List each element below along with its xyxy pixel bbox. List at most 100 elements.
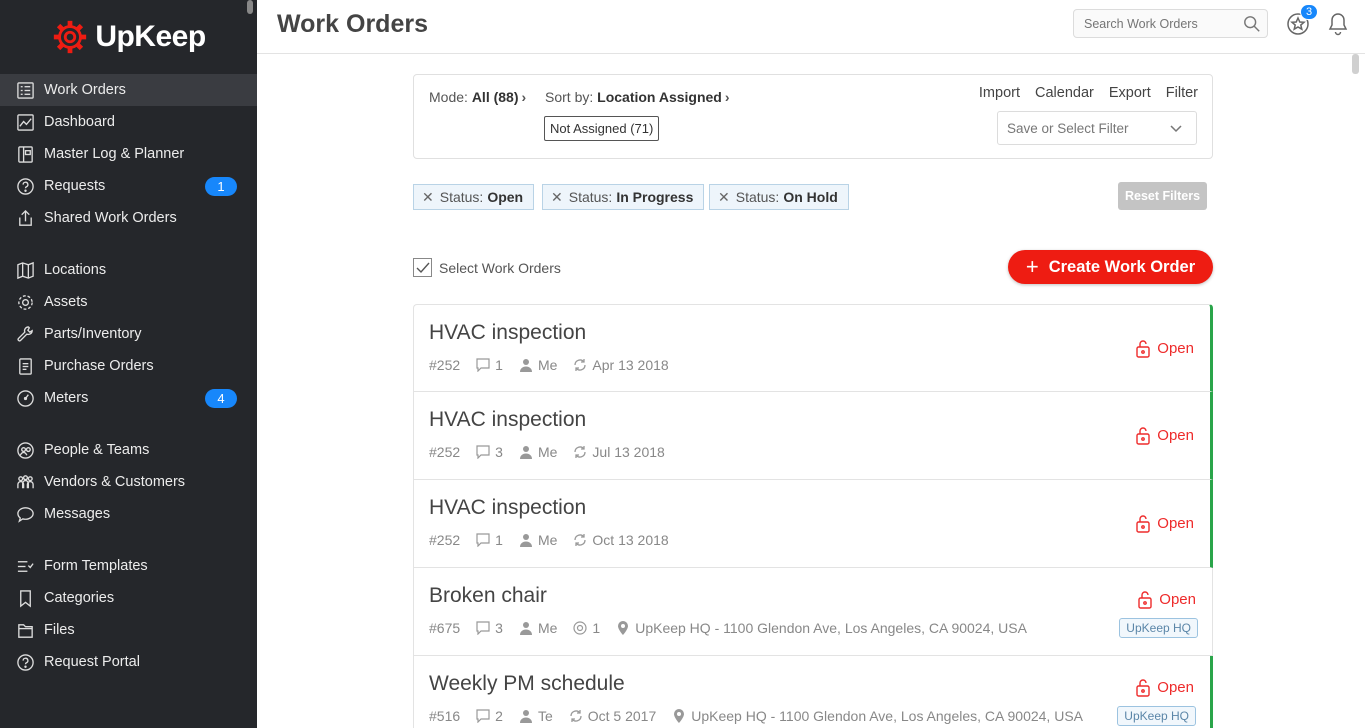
comment-icon: [476, 533, 490, 547]
sidebar-item-label: Parts/Inventory: [44, 326, 142, 342]
comment-icon: [476, 709, 490, 723]
comment-count-value: 3: [495, 620, 503, 636]
mode-selector[interactable]: Mode: All (88) ›: [429, 89, 526, 105]
sidebar-item-master-log[interactable]: Master Log & Planner: [0, 138, 257, 170]
unlock-icon: [1138, 591, 1152, 609]
sidebar-item-categories[interactable]: Categories: [0, 582, 257, 614]
status-badge: Open: [1135, 678, 1194, 697]
select-work-orders[interactable]: Select Work Orders: [413, 258, 561, 277]
due-date-value: Oct 5 2017: [587, 708, 657, 724]
location-tag[interactable]: UpKeep HQ: [1117, 706, 1196, 726]
search-icon[interactable]: [1243, 15, 1261, 33]
sidebar-item-requests[interactable]: Requests 1: [0, 170, 257, 202]
status-chip-on-hold[interactable]: ✕ Status: On Hold: [709, 184, 849, 210]
import-link[interactable]: Import: [979, 85, 1020, 101]
sidebar-item-files[interactable]: Files: [0, 614, 257, 646]
export-link[interactable]: Export: [1109, 85, 1151, 101]
calendar-link[interactable]: Calendar: [1035, 85, 1094, 101]
nav-spacer: [0, 414, 257, 434]
sidebar-item-dashboard[interactable]: Dashboard: [0, 106, 257, 138]
check-icon: [416, 262, 430, 273]
work-order-title: HVAC inspection: [429, 408, 587, 431]
sidebar-item-meters[interactable]: Meters 4: [0, 382, 257, 414]
sort-selector[interactable]: Sort by: Location Assigned ›: [545, 89, 730, 105]
vendors-icon: [17, 474, 34, 488]
sidebar-item-label: Request Portal: [44, 654, 140, 670]
create-work-order-button[interactable]: + Create Work Order: [1008, 250, 1213, 284]
sidebar-item-assets[interactable]: Assets: [0, 286, 257, 318]
assignee: Me: [519, 444, 557, 460]
sidebar-item-shared-work-orders[interactable]: Shared Work Orders: [0, 202, 257, 234]
person-icon: [519, 359, 532, 372]
status-chip-open[interactable]: ✕ Status: Open: [413, 184, 535, 210]
sidebar-item-form-templates[interactable]: Form Templates: [0, 550, 257, 582]
bell-icon[interactable]: [1326, 11, 1350, 37]
unlock-icon: [1136, 427, 1150, 445]
portal-icon: [17, 653, 34, 671]
status-badge: Open: [1135, 426, 1194, 445]
brand-name: UpKeep: [95, 20, 206, 53]
wrench-icon: [17, 325, 33, 342]
sidebar-item-label: Shared Work Orders: [44, 210, 177, 226]
location-tag[interactable]: UpKeep HQ: [1119, 618, 1198, 638]
recurring-icon: [574, 359, 587, 371]
sidebar-item-parts-inventory[interactable]: Parts/Inventory: [0, 318, 257, 350]
main-scrollbar[interactable]: [1352, 54, 1359, 74]
reset-filters-button[interactable]: Reset Filters: [1118, 182, 1207, 210]
assignee-name: Me: [537, 620, 558, 636]
sidebar-item-locations[interactable]: Locations: [0, 254, 257, 286]
nav-spacer: [0, 530, 257, 550]
logo[interactable]: UpKeep: [0, 0, 257, 74]
work-order-card[interactable]: Weekly PM schedule #516 2 Te Oct 5 2017 …: [413, 656, 1213, 728]
sidebar-item-label: Assets: [44, 294, 88, 310]
sidebar-item-messages[interactable]: Messages: [0, 498, 257, 530]
sidebar: UpKeep Work Orders Dashboard Master Log …: [0, 0, 257, 728]
filter-select[interactable]: Save or Select Filter: [997, 111, 1197, 145]
due-date: Apr 13 2018: [573, 357, 669, 373]
group-chip-not-assigned[interactable]: Not Assigned (71): [544, 116, 660, 141]
comment-count: 1: [476, 532, 503, 548]
chat-icon: [17, 506, 34, 523]
sidebar-item-vendors-customers[interactable]: Vendors & Customers: [0, 466, 257, 498]
notification-count-badge: 3: [1300, 4, 1318, 20]
search-input[interactable]: [1073, 9, 1268, 38]
assignee: Me: [519, 532, 557, 548]
sidebar-item-work-orders[interactable]: Work Orders: [0, 74, 257, 106]
status-badge: Open: [1137, 590, 1196, 609]
close-icon[interactable]: ✕: [718, 189, 730, 206]
work-order-id: #675: [429, 620, 461, 636]
work-order-card[interactable]: HVAC inspection #252 1 Me Oct 13 2018 Op…: [413, 480, 1213, 568]
comment-count: 2: [476, 708, 503, 724]
chart-icon: [17, 113, 34, 131]
sidebar-item-request-portal[interactable]: Request Portal: [0, 646, 257, 678]
assignee-name: Me: [537, 357, 558, 373]
sidebar-item-label: Vendors & Customers: [44, 474, 186, 490]
sidebar-item-label: Dashboard: [44, 114, 115, 130]
mode-value: All (88): [471, 89, 519, 105]
sidebar-item-purchase-orders[interactable]: Purchase Orders: [0, 350, 257, 382]
close-icon[interactable]: ✕: [422, 189, 434, 206]
work-order-card[interactable]: Broken chair #675 3 Me 1 UpKeep HQ - 110…: [413, 568, 1213, 656]
close-icon[interactable]: ✕: [551, 189, 563, 206]
comment-count: 3: [476, 620, 503, 636]
comment-count: 3: [476, 444, 503, 460]
unlock-icon: [1136, 340, 1150, 358]
work-order-title: HVAC inspection: [429, 321, 587, 344]
location: UpKeep HQ - 1100 Glendon Ave, Los Angele…: [616, 620, 1027, 636]
select-label: Select Work Orders: [439, 259, 561, 276]
filter-link[interactable]: Filter: [1166, 85, 1198, 101]
sidebar-scrollbar[interactable]: [247, 0, 253, 14]
share-icon: [19, 209, 32, 226]
due-date: Jul 13 2018: [573, 444, 665, 460]
comment-icon: [476, 445, 490, 459]
requests-count-badge: 1: [205, 176, 237, 196]
work-order-meta: #252 1 Me Apr 13 2018: [429, 357, 685, 373]
sidebar-item-people-teams[interactable]: People & Teams: [0, 434, 257, 466]
select-checkbox[interactable]: [413, 258, 432, 277]
form-icon: [17, 560, 34, 572]
status-chip-in-progress[interactable]: ✕ Status: In Progress: [542, 184, 705, 210]
chip-label: Status:: [568, 189, 613, 205]
work-order-card[interactable]: HVAC inspection #252 1 Me Apr 13 2018 Op…: [413, 304, 1213, 392]
map-icon: [17, 261, 34, 279]
work-order-card[interactable]: HVAC inspection #252 3 Me Jul 13 2018 Op…: [413, 392, 1213, 480]
